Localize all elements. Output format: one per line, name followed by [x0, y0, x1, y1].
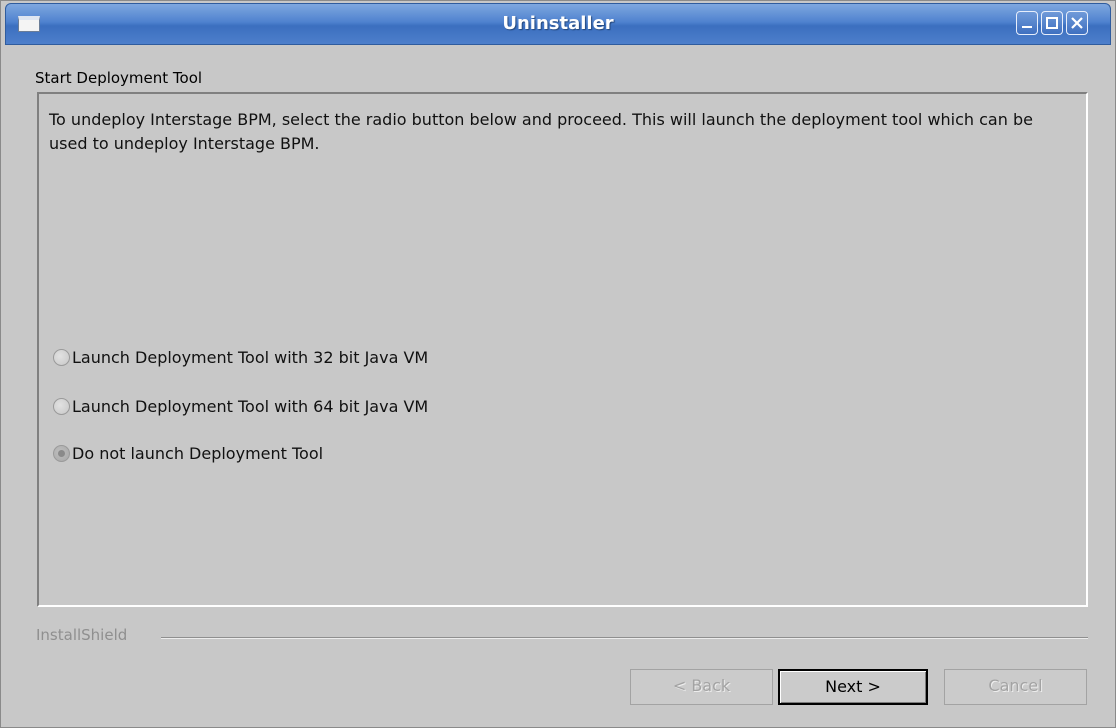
maximize-icon: [1046, 17, 1058, 29]
option-do-not-launch[interactable]: Do not launch Deployment Tool: [53, 442, 323, 464]
option-32bit[interactable]: Launch Deployment Tool with 32 bit Java …: [53, 346, 428, 368]
content-panel: To undeploy Interstage BPM, select the r…: [37, 92, 1088, 607]
title-bar[interactable]: Uninstaller: [5, 3, 1111, 45]
radio-button[interactable]: [53, 397, 70, 415]
minimize-button[interactable]: [1016, 11, 1038, 35]
radio-button-selected[interactable]: [53, 444, 70, 462]
maximize-button[interactable]: [1041, 11, 1063, 35]
option-label: Launch Deployment Tool with 32 bit Java …: [72, 347, 429, 367]
brand-separator: [161, 637, 1088, 639]
cancel-button[interactable]: Cancel: [944, 669, 1087, 705]
section-title: Start Deployment Tool: [35, 69, 203, 87]
uninstaller-window: Uninstaller Start Deployment Tool To und…: [0, 0, 1116, 728]
window-title: Uninstaller: [502, 13, 614, 34]
option-label: Launch Deployment Tool with 64 bit Java …: [72, 396, 429, 416]
option-label: Do not launch Deployment Tool: [72, 443, 324, 463]
next-button[interactable]: Next >: [778, 669, 928, 705]
close-button[interactable]: [1066, 11, 1088, 35]
brand-label: InstallShield: [36, 626, 134, 644]
back-button[interactable]: < Back: [630, 669, 773, 705]
radio-button[interactable]: [53, 348, 70, 366]
minimize-icon: [1022, 26, 1032, 28]
description-text: To undeploy Interstage BPM, select the r…: [49, 110, 1033, 153]
option-64bit[interactable]: Launch Deployment Tool with 64 bit Java …: [53, 395, 428, 417]
close-icon: [1071, 17, 1083, 29]
